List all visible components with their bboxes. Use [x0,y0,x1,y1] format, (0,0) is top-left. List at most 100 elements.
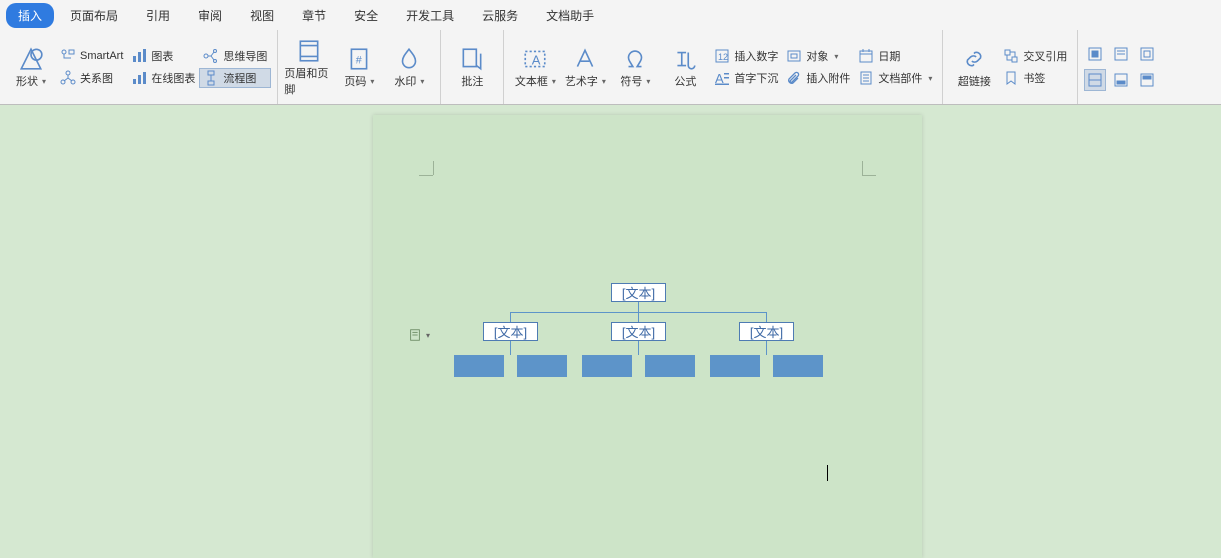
dropdown-icon: ▾ [42,77,46,86]
tab-page-layout[interactable]: 页面布局 [58,3,130,28]
formula-label: 公式 [674,73,696,89]
dropdown-icon: ▾ [602,77,606,86]
watermark-button[interactable]: 水印▾ [384,34,434,100]
header-footer-icon [295,37,323,65]
org-leaf[interactable] [773,355,823,377]
wrap-front-button[interactable] [1136,69,1158,91]
wordart-button[interactable]: 艺术字 ▾ [560,34,610,100]
date-label: 日期 [878,48,900,64]
wrap-tight-button[interactable] [1110,43,1132,65]
bar-chart-icon [131,48,147,64]
tab-insert[interactable]: 插入 [6,3,54,28]
drop-cap-button[interactable]: A首字下沉 [710,68,782,88]
wrap-inline-button[interactable] [1084,69,1106,91]
cross-ref-button[interactable]: 交叉引用 [999,46,1071,66]
dropdown-icon: ▾ [370,77,374,86]
dropdown-icon: ▾ [928,74,932,83]
wrap-behind-button[interactable] [1110,69,1132,91]
comment-button[interactable]: 批注 [447,34,497,100]
smartart-label: SmartArt [80,50,123,62]
online-chart-label: 在线图表 [151,70,195,86]
page-number-label: 页码 [344,73,366,89]
tab-cloud[interactable]: 云服务 [470,3,530,28]
doc-parts-button[interactable]: 文档部件 ▾ [854,68,936,88]
paste-options-button[interactable]: ▾ [408,328,430,342]
org-leaf[interactable] [454,355,504,377]
bookmark-button[interactable]: 书签 [999,68,1071,88]
org-node-l2-3[interactable]: [文本] [739,322,794,341]
formula-button[interactable]: 公式 [660,34,710,100]
online-chart-icon [131,70,147,86]
object-button[interactable]: 对象 ▾ [782,46,854,66]
object-label: 对象 [806,48,828,64]
tab-dev-tools[interactable]: 开发工具 [394,3,466,28]
wordart-icon [571,45,599,73]
wrap-behind-icon [1113,72,1129,88]
org-node-l2-1[interactable]: [文本] [483,322,538,341]
org-leaf[interactable] [517,355,567,377]
shapes-button[interactable]: 形状 ▾ [6,34,56,100]
link-icon [960,45,988,73]
date-button[interactable]: 日期 [854,46,936,66]
tab-view[interactable]: 视图 [238,3,286,28]
hyperlink-label: 超链接 [958,73,991,89]
comment-label: 批注 [461,73,483,89]
dropdown-icon: ▾ [834,52,838,61]
svg-text:A: A [532,52,541,67]
wrap-through-button[interactable] [1136,43,1158,65]
text-cursor [827,465,828,481]
drop-cap-label: 首字下沉 [734,70,778,86]
comment-icon [458,45,486,73]
tab-reference[interactable]: 引用 [134,3,182,28]
svg-text:#: # [356,54,362,66]
relation-icon [60,70,76,86]
smartart-button[interactable]: SmartArt [56,46,127,66]
doc-parts-icon [858,70,874,86]
relation-chart-button[interactable]: 关系图 [56,68,127,88]
online-chart-button[interactable]: 在线图表 [127,68,199,88]
wrap-through-icon [1139,46,1155,62]
org-leaf[interactable] [645,355,695,377]
dropdown-icon: ▾ [646,77,650,86]
tab-security[interactable]: 安全 [342,3,390,28]
watermark-label: 水印 [394,73,416,89]
chart-button[interactable]: 图表 [127,46,199,66]
page-number-button[interactable]: # 页码 ▾ [334,34,384,100]
textbox-button[interactable]: A 文本框▾ [510,34,560,100]
symbol-label: 符号 [620,73,642,89]
textbox-label: 文本框 [515,73,548,89]
cross-ref-label: 交叉引用 [1023,48,1067,64]
dropdown-icon: ▾ [426,331,430,340]
tab-review[interactable]: 审阅 [186,3,234,28]
object-icon [786,48,802,64]
wordart-label: 艺术字 [565,73,598,89]
flowchart-button[interactable]: 流程图 [199,68,271,88]
org-node-root[interactable]: [文本] [611,283,666,302]
insert-number-button[interactable]: 12插入数字 [710,46,782,66]
mindmap-button[interactable]: 思维导图 [199,46,271,66]
menu-bar: 插入 页面布局 引用 审阅 视图 章节 安全 开发工具 云服务 文档助手 [0,0,1221,30]
symbol-icon [621,45,649,73]
tab-section[interactable]: 章节 [290,3,338,28]
page[interactable]: ▾ [文本] [文本] [文本] [文本] [373,115,922,558]
symbol-button[interactable]: 符号 ▾ [610,34,660,100]
attachment-button[interactable]: 插入附件 [782,68,854,88]
paperclip-icon [786,70,802,86]
textbox-icon: A [521,45,549,73]
tab-doc-helper[interactable]: 文档助手 [534,3,606,28]
document-area[interactable]: ▾ [文本] [文本] [文本] [文本] [0,105,1221,558]
org-node-l2-2[interactable]: [文本] [611,322,666,341]
number-icon: 12 [714,48,730,64]
shapes-label: 形状 [16,73,38,89]
org-leaf[interactable] [582,355,632,377]
wrap-square-button[interactable] [1084,43,1106,65]
doc-parts-label: 文档部件 [878,70,922,86]
relation-label: 关系图 [80,70,113,86]
wrap-front-icon [1139,72,1155,88]
wrap-square-icon [1087,46,1103,62]
formula-icon [671,45,699,73]
header-footer-button[interactable]: 页眉和页脚 [284,34,334,100]
org-leaf[interactable] [710,355,760,377]
hyperlink-button[interactable]: 超链接 [949,34,999,100]
ribbon: 形状▾ SmartArt 关系图 图表 在线图表 思维导图 流程图 页眉和页脚 … [0,30,1221,105]
